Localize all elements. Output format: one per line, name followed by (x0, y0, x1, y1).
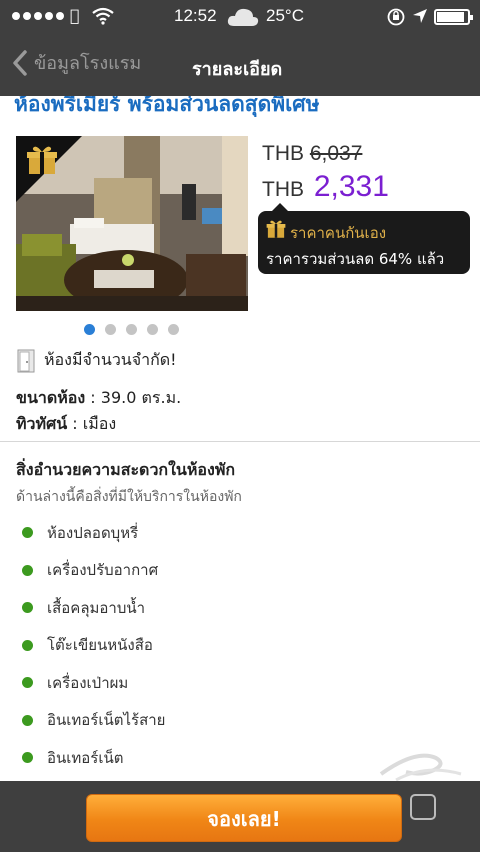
currency-label: THB (262, 142, 304, 165)
amenity-item: เครื่องเป่าผม (22, 664, 462, 702)
room-size-value: : 39.0 ตร.ม. (85, 388, 182, 407)
limited-rooms-text: ห้องมีจำนวนจำกัด! (44, 350, 177, 369)
discount-price: THB 2,331 (262, 170, 389, 204)
room-photo[interactable] (16, 136, 248, 311)
amenities-title: สิ่งอำนวยความสะดวกในห้องพัก (16, 460, 236, 479)
amenity-item: ห้องปลอดบุหรี่ (22, 514, 462, 552)
bullet-icon (22, 639, 33, 651)
amenity-label: เสื้อคลุมอาบน้ำ (47, 598, 146, 617)
page-dot[interactable] (168, 324, 179, 335)
amenities-subtitle: ด้านล่างนี้คือสิ่งที่มีให้บริการในห้องพั… (16, 489, 242, 505)
bullet-icon (22, 602, 33, 614)
rotation-lock-icon (387, 8, 405, 26)
discount-price-amount: 2,331 (313, 170, 389, 203)
amenity-label: อินเทอร์เน็ตไร้สาย (47, 711, 166, 730)
amenity-label: เครื่องปรับอากาศ (47, 561, 159, 580)
original-price-amount: 6,037 (309, 142, 363, 165)
back-button[interactable]: ข้อมูลโรงแรม (12, 48, 141, 77)
room-view-row: ทิวทัศน์ : เมือง (16, 412, 116, 437)
chevron-left-icon (13, 49, 27, 76)
cloud-icon (227, 8, 259, 26)
room-title: ห้องพรีเมียร์ พร้อมส่วนลดสุดพิเศษ (14, 96, 474, 122)
bullet-icon (22, 527, 33, 539)
bullet-icon (22, 752, 33, 764)
wifi-icon (92, 7, 114, 25)
location-arrow-icon (413, 9, 427, 23)
amenity-label: โต๊ะเขียนหนังสือ (47, 636, 153, 655)
amenities-list: ห้องปลอดบุหรี่เครื่องปรับอากาศเสื้อคลุมอ… (22, 514, 462, 777)
room-view-value: : เมือง (67, 414, 117, 433)
status-temperature: 25°C (266, 6, 304, 25)
page-dot[interactable] (105, 324, 116, 335)
bullet-icon (22, 564, 33, 576)
page-dot[interactable] (84, 324, 95, 335)
promo-label: ราคาคนกันเอง (290, 224, 387, 242)
section-divider (0, 441, 480, 442)
battery-icon (434, 9, 473, 25)
room-size-label: ขนาดห้อง (16, 388, 86, 407)
door-icon (17, 349, 35, 372)
bullet-icon (22, 677, 33, 689)
page-dot[interactable] (147, 324, 158, 335)
amenity-item: เสื้อคลุมอาบน้ำ (22, 589, 462, 627)
watermark-logo (379, 753, 462, 782)
page-dot[interactable] (126, 324, 137, 335)
photo-page-indicator[interactable] (84, 324, 179, 335)
checkbox-icon[interactable] (410, 794, 436, 820)
signal-strength-icon (12, 12, 64, 20)
gift-icon (27, 146, 57, 174)
amenity-item: โต๊ะเขียนหนังสือ (22, 627, 462, 665)
amenity-label: อินเทอร์เน็ต (47, 748, 124, 767)
original-price: THB 6,037 (262, 142, 362, 166)
room-view-label: ทิวทัศน์ (16, 414, 68, 433)
bullet-icon (22, 714, 33, 726)
amenity-item: เครื่องปรับอากาศ (22, 552, 462, 590)
back-button-label: ข้อมูลโรงแรม (34, 53, 142, 74)
room-title-text: ห้องพรีเมียร์ พร้อมส่วนลดสุดพิเศษ (14, 96, 320, 116)
limited-rooms-notice: ห้องมีจำนวนจำกัด! (16, 348, 177, 373)
navigation-bar: ข้อมูลโรงแรม รายละเอียด (0, 34, 480, 96)
gift-icon (266, 220, 286, 238)
promo-description: ราคารวมส่วนลด 64% แล้ว (266, 250, 445, 268)
status-time: 12:52 (174, 6, 217, 25)
apple-icon:  (70, 6, 80, 25)
book-now-button[interactable]: จองเลย! (86, 794, 402, 842)
currency-label: THB (262, 178, 304, 201)
amenity-label: เครื่องเป่าผม (47, 673, 129, 692)
page-title: รายละเอียด (192, 59, 283, 80)
status-bar:  12:52 25°C (0, 0, 480, 34)
amenity-item: อินเทอร์เน็ตไร้สาย (22, 702, 462, 740)
room-size-row: ขนาดห้อง : 39.0 ตร.ม. (16, 386, 181, 411)
amenity-label: ห้องปลอดบุหรี่ (47, 523, 139, 542)
promo-tooltip: ราคาคนกันเอง ราคารวมส่วนลด 64% แล้ว (258, 203, 470, 274)
